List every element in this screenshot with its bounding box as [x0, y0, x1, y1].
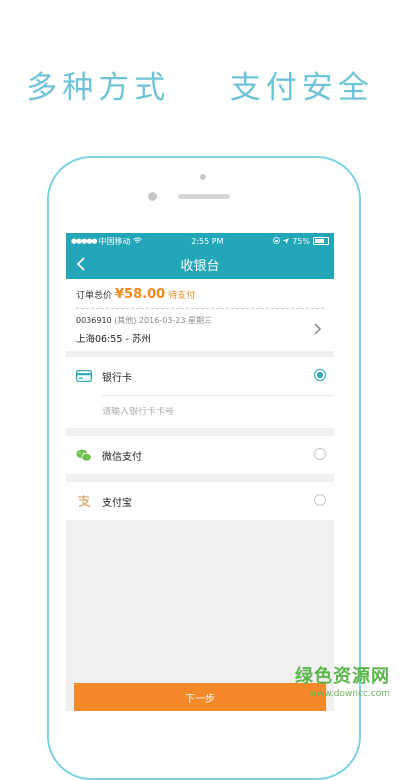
- trip-date: (其他) 2016-03-23 星期三: [114, 316, 213, 325]
- payment-option-wechat: 微信支付: [66, 436, 334, 474]
- wechat-icon: [76, 448, 92, 462]
- location-icon: [283, 237, 290, 246]
- phone-camera: [148, 192, 157, 201]
- alipay-icon: [76, 494, 92, 508]
- alipay-row[interactable]: 支付宝: [66, 482, 334, 520]
- order-summary: 订单总价 ¥58.00 待支付 0036910 (其他) 2016-03-23 …: [66, 279, 334, 351]
- phone-speaker: [178, 194, 230, 199]
- phone-sensor-dot: [200, 174, 206, 180]
- bank-card-label: 银行卡: [102, 372, 132, 384]
- order-amount: ¥58.00: [115, 287, 166, 302]
- payment-option-bank-card: 银行卡: [66, 357, 334, 428]
- next-step-button[interactable]: 下一步: [74, 683, 326, 711]
- payment-option-alipay: 支付宝: [66, 482, 334, 520]
- clock: 2:55 PM: [191, 236, 224, 246]
- trip-details[interactable]: 0036910 (其他) 2016-03-23 星期三 上海06:55 - 苏州: [76, 309, 324, 345]
- bank-card-icon: [76, 369, 92, 383]
- wechat-pay-row[interactable]: 微信支付: [66, 436, 334, 474]
- wifi-icon: [132, 236, 142, 246]
- chevron-right-icon[interactable]: [312, 321, 322, 335]
- rotation-lock-icon: [273, 236, 281, 246]
- promo-headline: 多种方式 支付安全: [26, 70, 374, 106]
- battery-icon: [313, 237, 329, 245]
- bank-card-radio[interactable]: [314, 369, 326, 381]
- card-number-input[interactable]: [102, 407, 302, 417]
- bank-card-row[interactable]: 银行卡: [66, 357, 334, 395]
- order-total-label: 订单总价: [76, 291, 113, 301]
- nav-bar: 收银台: [66, 249, 334, 279]
- wechat-pay-radio[interactable]: [314, 448, 326, 460]
- trip-meta-line: 0036910 (其他) 2016-03-23 星期三: [76, 315, 324, 326]
- alipay-radio[interactable]: [314, 494, 326, 506]
- app-screen: ●●●●● 中国移动 2:55 PM 75% 收银台 订单总价 ¥58.00 待…: [66, 233, 334, 711]
- wechat-pay-label: 微信支付: [102, 451, 142, 463]
- watermark-logo-text: 绿色资源网: [295, 666, 390, 687]
- order-total-row: 订单总价 ¥58.00 待支付: [76, 287, 324, 309]
- battery-percent: 75%: [292, 236, 310, 246]
- order-status: 待支付: [168, 291, 196, 301]
- site-watermark: 绿色资源网 www.downcc.com: [295, 662, 390, 699]
- watermark-url: www.downcc.com: [309, 689, 390, 699]
- card-number-row: [102, 395, 334, 428]
- back-chevron-icon[interactable]: [74, 256, 90, 272]
- carrier-name: 中国移动: [98, 236, 131, 246]
- page-title: 收银台: [180, 258, 220, 274]
- status-bar: ●●●●● 中国移动 2:55 PM 75%: [66, 233, 334, 249]
- alipay-label: 支付宝: [102, 497, 132, 509]
- signal-icon: ●●●●●: [71, 237, 98, 245]
- train-number: 0036910: [76, 316, 112, 325]
- trip-route: 上海06:55 - 苏州: [76, 334, 151, 345]
